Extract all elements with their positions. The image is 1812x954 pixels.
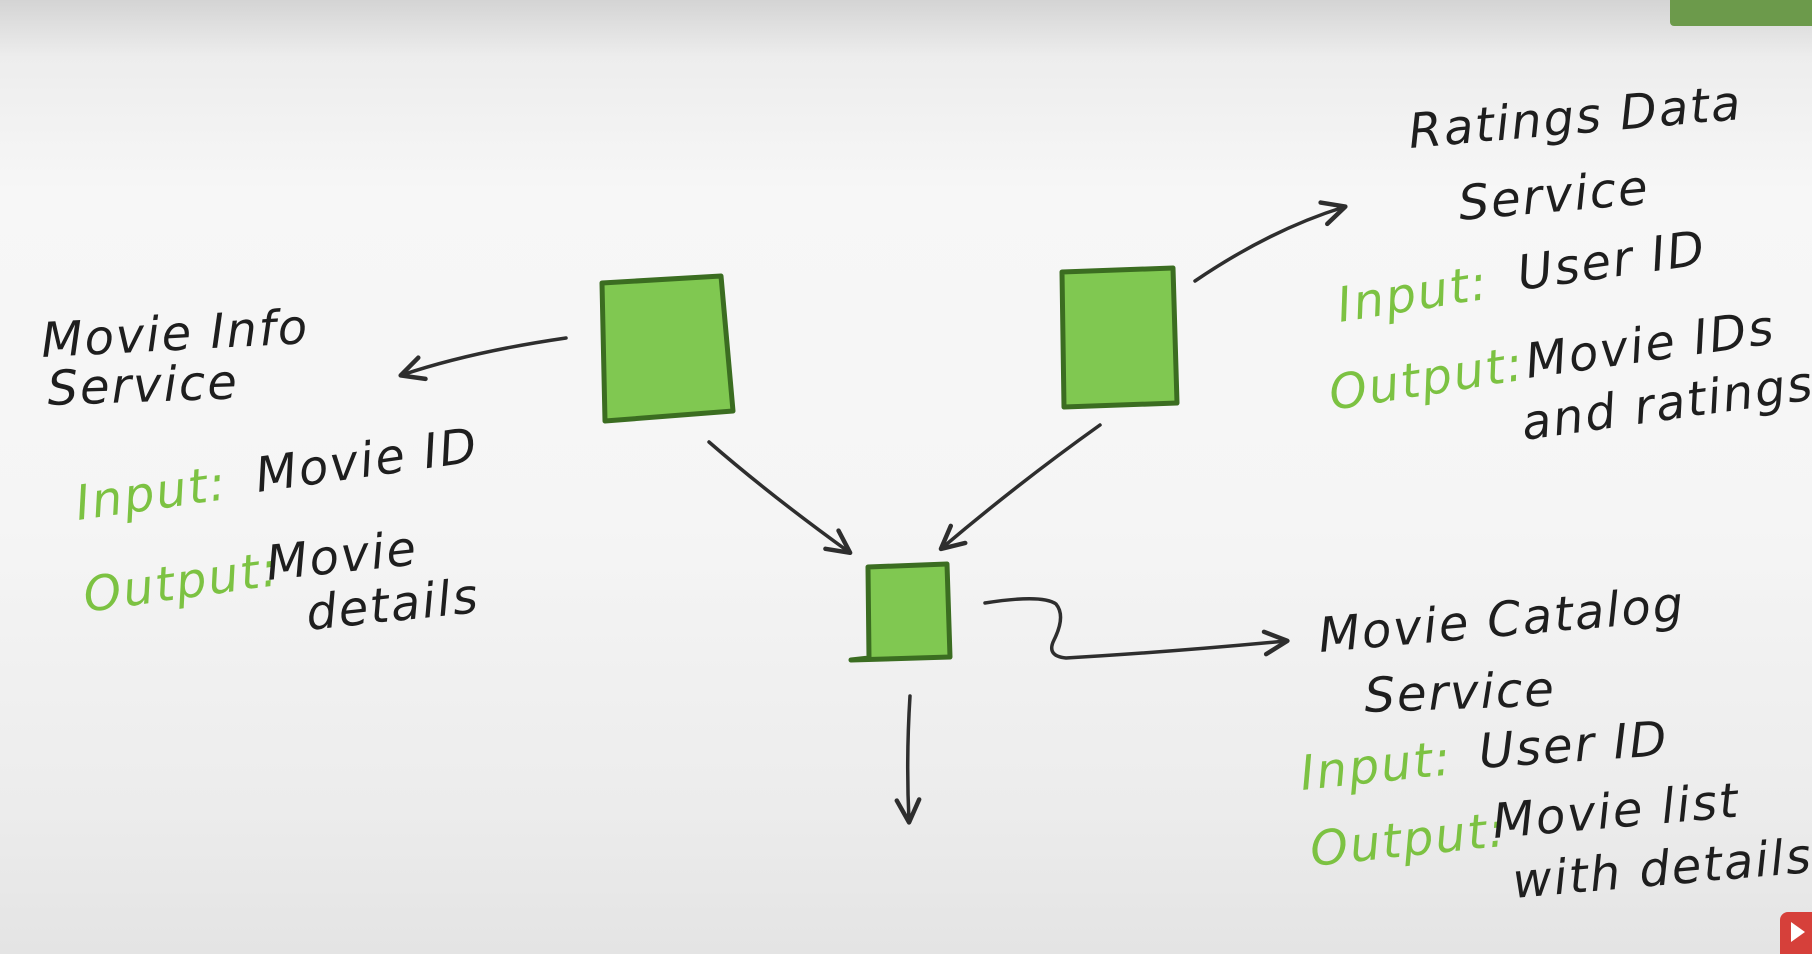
arrow-to-movie-info-label <box>398 336 568 382</box>
microservices-diagram: Movie Info Service Input: Movie ID Outpu… <box>40 75 1812 910</box>
movie-catalog-title-line2: Service <box>1363 661 1556 724</box>
arrow-ratings-to-catalog <box>938 423 1102 552</box>
play-icon[interactable] <box>1780 912 1812 954</box>
ratings-data-output-label: Output: <box>1325 336 1528 422</box>
ratings-data-service-label: Ratings Data Service Input: User ID Outp… <box>1325 75 1812 452</box>
movie-catalog-service-label: Movie Catalog Service Input: User ID Out… <box>1297 576 1812 910</box>
ratings-data-title-line1: Ratings Data <box>1406 75 1744 160</box>
movie-info-service-label: Movie Info Service Input: Movie ID Outpu… <box>40 299 483 642</box>
arrow-catalog-output <box>894 694 922 825</box>
ratings-data-title-line2: Service <box>1456 159 1652 231</box>
movie-catalog-service-box <box>848 561 953 663</box>
ratings-data-service-box <box>1059 265 1180 410</box>
movie-info-input-label: Input: <box>72 455 231 532</box>
arrow-catalog-to-label <box>983 597 1290 660</box>
movie-info-title-line2: Service <box>46 354 239 417</box>
movie-catalog-input-label: Input: <box>1297 730 1454 802</box>
ratings-data-input-value: User ID <box>1514 220 1710 302</box>
movie-catalog-input-value: User ID <box>1477 711 1670 780</box>
arrow-movie-info-to-catalog <box>707 440 853 556</box>
movie-info-input-value: Movie ID <box>252 417 482 504</box>
arrow-to-ratings-data-label <box>1193 200 1348 283</box>
movie-info-service-box <box>599 273 736 424</box>
movie-info-output-label: Output: <box>80 541 283 624</box>
movie-catalog-output-label: Output: <box>1307 802 1509 878</box>
ratings-data-input-label: Input: <box>1333 255 1492 334</box>
movie-catalog-title-line1: Movie Catalog <box>1316 576 1687 664</box>
